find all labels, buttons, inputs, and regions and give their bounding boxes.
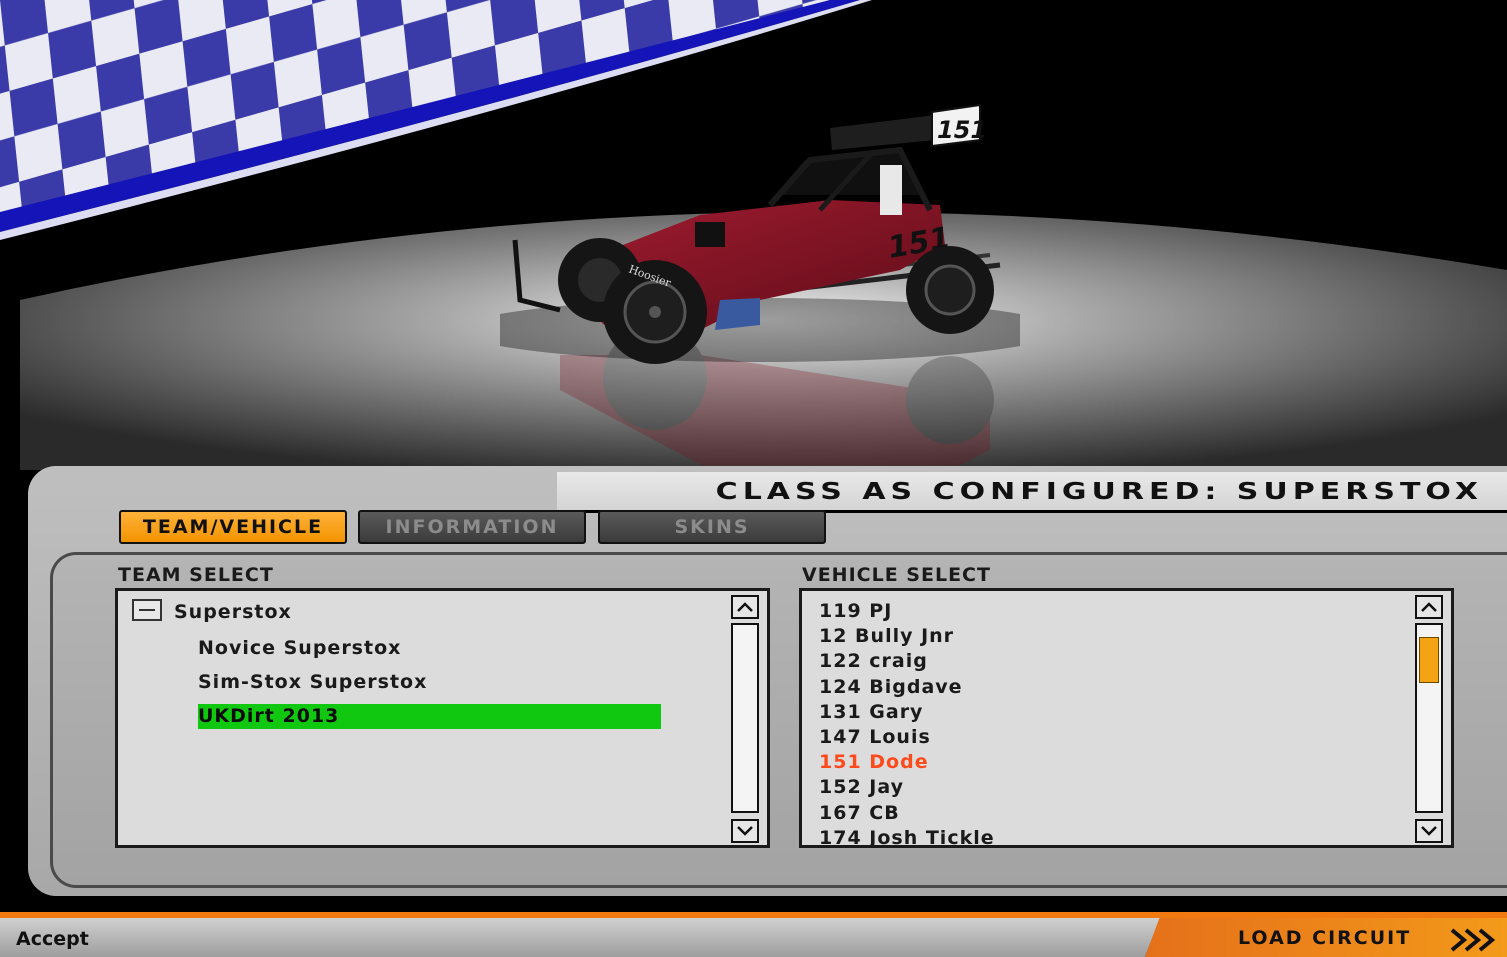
selection-panel: CLASS AS CONFIGURED: SUPERSTOX TEAM/VEHI… — [28, 466, 1507, 896]
chevron-up-icon — [737, 602, 753, 612]
scroll-down-button[interactable] — [731, 819, 759, 843]
vehicle-list[interactable]: 119 PJ 12 Bully Jnr 122 craig 124 Bigdave 13… — [799, 588, 1454, 848]
vehicle-item[interactable]: 122 craig — [819, 649, 928, 674]
team-item[interactable]: Novice Superstox — [198, 636, 401, 661]
vehicle-item-selected[interactable]: 151 Dode — [819, 750, 929, 775]
double-chevron-right-icon[interactable] — [1448, 927, 1498, 953]
accept-area — [0, 918, 1160, 957]
rear-right-wheel — [906, 246, 994, 334]
team-group-superstox[interactable]: Superstox — [174, 600, 292, 625]
vehicle-item[interactable]: 147 Louis — [819, 725, 931, 750]
scroll-thumb[interactable] — [1419, 637, 1439, 683]
chevron-up-icon — [1421, 602, 1437, 612]
vehicle-item[interactable]: 167 CB — [819, 801, 900, 826]
scroll-track[interactable] — [1415, 623, 1443, 813]
vehicle-scrollbar[interactable] — [1415, 595, 1445, 843]
load-circuit-button[interactable]: LOAD CIRCUIT — [1238, 923, 1411, 953]
vehicle-item[interactable]: 124 Bigdave — [819, 675, 963, 700]
bottom-bar: Accept LOAD CIRCUIT — [0, 912, 1507, 957]
car-preview: 151 151 Hoosier — [500, 103, 1020, 364]
vehicle-item[interactable]: 119 PJ — [819, 599, 892, 624]
team-scrollbar[interactable] — [731, 595, 761, 843]
collapse-icon[interactable] — [132, 599, 162, 621]
tab-skins[interactable]: SKINS — [598, 510, 826, 544]
class-label: CLASS AS CONFIGURED: SUPERSTOX — [715, 477, 1483, 506]
scroll-up-button[interactable] — [1415, 595, 1443, 619]
chevron-down-icon — [1421, 826, 1437, 836]
class-banner: CLASS AS CONFIGURED: SUPERSTOX — [557, 472, 1507, 513]
team-list[interactable]: Superstox Novice Superstox Sim-Stox Supe… — [115, 588, 770, 848]
wing-number: 151 — [937, 116, 987, 144]
tab-team-vehicle[interactable]: TEAM/VEHICLE — [119, 510, 347, 544]
scroll-down-button[interactable] — [1415, 819, 1443, 843]
bottom-bar-accent — [0, 912, 1507, 918]
vehicle-item[interactable]: 12 Bully Jnr — [819, 624, 954, 649]
accept-button[interactable]: Accept — [16, 924, 89, 954]
team-item[interactable]: Sim-Stox Superstox — [198, 670, 427, 695]
vehicle-item[interactable]: 152 Jay — [819, 775, 904, 800]
team-item-selected[interactable]: UKDirt 2013 — [198, 704, 661, 729]
chevron-down-icon — [737, 826, 753, 836]
front-right-wheel: Hoosier — [603, 260, 707, 364]
vehicle-item[interactable]: 131 Gary — [819, 700, 923, 725]
vehicle-select-title: VEHICLE SELECT — [802, 564, 991, 586]
team-select-title: TEAM SELECT — [118, 564, 274, 586]
vehicle-rows: 119 PJ 12 Bully Jnr 122 craig 124 Bigdave 13… — [802, 591, 1402, 845]
scroll-track[interactable] — [731, 623, 759, 813]
vehicle-item[interactable]: 174 Josh Tickle — [819, 826, 995, 845]
scroll-up-button[interactable] — [731, 595, 759, 619]
tab-information[interactable]: INFORMATION — [358, 510, 586, 544]
